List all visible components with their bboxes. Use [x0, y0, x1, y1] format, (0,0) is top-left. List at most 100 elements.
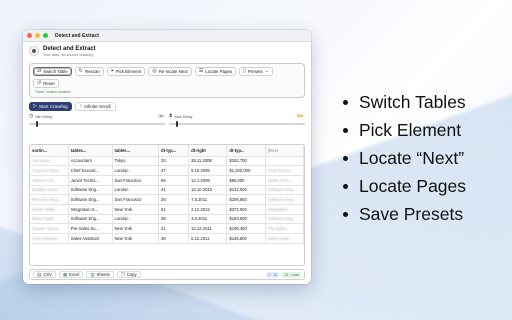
min-delay-track[interactable] — [29, 123, 165, 125]
pick-element-button[interactable]: ⌖ Pick Element — [106, 67, 146, 76]
copy-label: Copy — [126, 272, 137, 277]
rescan-button[interactable]: ↻ Rescan — [74, 67, 104, 76]
table-cell: Caesar Vance — [30, 223, 69, 234]
max-delay-slider[interactable]: ⧗ Max Delay 20s — [169, 114, 305, 128]
table-header-cell[interactable]: dt-typ... — [158, 145, 190, 157]
relocate-next-button[interactable]: ◎ Re-locate Next — [148, 67, 192, 76]
table-row: Angelica Ram... Chief Executi... London 47 9… — [30, 165, 304, 176]
app-title: Detect and Extract — [43, 46, 96, 52]
locate-pages-button[interactable]: ☰ Locate Pages — [194, 67, 237, 76]
table-cell: $1,200,000 — [226, 165, 266, 176]
table-cell: New York — [112, 233, 160, 244]
table-cell: Brielle Willia... — [30, 204, 69, 215]
table-header-row: sortin... tables... tables... dt-typ... dt-r… — [30, 145, 304, 157]
table-row: Airi Satou Accountant Tokyo 33 28.11.2008 $16… — [30, 156, 304, 167]
table-cell: San Francisco — [112, 194, 160, 205]
table-cell: 66 — [158, 175, 190, 186]
bullet-icon — [343, 183, 348, 189]
export-excel-button[interactable]: ▦ Excel — [58, 271, 84, 278]
close-window-button[interactable] — [27, 33, 32, 38]
chevron-down-icon: ⌄ — [264, 68, 269, 74]
bullet-icon — [343, 99, 348, 105]
table-cell: Pre-Sales... — [265, 223, 304, 234]
table-cell: London — [112, 214, 160, 225]
table-cell: $145,600 — [226, 233, 266, 244]
presets-dropdown[interactable]: ▯ Presets ⌄ — [239, 67, 273, 76]
table-header-cell[interactable]: tables... — [68, 145, 113, 157]
presets-label: Presets — [247, 69, 263, 74]
export-csv-button[interactable]: ▤ CSV — [33, 271, 56, 278]
table-row: Bradley Greer Software Eng... London 41 13.1… — [30, 185, 304, 196]
app-logo-icon — [29, 46, 39, 56]
feature-list: Switch Tables Pick Element Locate “Next” Lo… — [343, 88, 466, 228]
toolbar: ⇄ Switch Table ↻ Rescan ⌖ Pick Element ◎… — [29, 63, 305, 98]
table-header-cell[interactable]: tables... — [112, 145, 160, 157]
cursor-icon: ⌖ — [110, 68, 114, 74]
table-cell: 33 — [158, 156, 190, 167]
table-cell: 38 — [158, 214, 190, 225]
max-delay-value: 20s — [294, 114, 305, 118]
table-cell: Software Eng... — [68, 214, 113, 225]
window-titlebar: Detect and Extract — [23, 30, 311, 42]
window-title: Detect and Extract — [55, 32, 99, 39]
table-cell: Integration S... — [68, 204, 113, 215]
table-cell: 21 — [158, 223, 190, 234]
crawl-controls: ▷ Start Crawling ↕ Infinite Scroll — [29, 102, 305, 111]
table-cell: 28.11.2008 — [188, 156, 228, 167]
table-cell: Airi Satou — [30, 156, 69, 167]
bullet-icon — [343, 155, 348, 161]
switch-table-button[interactable]: ⇄ Switch Table — [33, 67, 72, 76]
table-cell: Ashton Cox — [30, 175, 69, 186]
reset-button[interactable]: ↺ Reset — [33, 79, 59, 88]
app-header: Detect and Extract Your data, structured… — [23, 42, 311, 60]
table-cell: Pre-Sales Su... — [68, 223, 113, 234]
table-cell: Software Eng... — [265, 214, 304, 225]
table-row: Bruno Nash Software Eng... London 38 3.5.201… — [30, 214, 304, 225]
table-cell: $106,450 — [226, 223, 266, 234]
target-icon: ◎ — [152, 68, 157, 74]
table-header-cell[interactable]: dt-right — [188, 145, 228, 157]
infinite-scroll-label: Infinite Scroll — [84, 104, 111, 109]
app-window: Detect and Extract Detect and Extract Yo… — [23, 30, 311, 284]
feature-label: Locate Pages — [359, 175, 467, 196]
pages-icon: ☰ — [198, 68, 204, 74]
export-excel-label: Excel — [69, 272, 80, 277]
infinite-scroll-button[interactable]: ↕ Infinite Scroll — [74, 102, 116, 111]
export-sheets-button[interactable]: ▥ Sheets — [86, 271, 114, 278]
table-cell: 41 — [158, 185, 190, 196]
sheets-icon: ▥ — [90, 272, 95, 277]
table-header-cell[interactable]: dt-typ... — [226, 145, 266, 157]
table-header-cell[interactable]: (Rest — [265, 145, 304, 157]
table-row: Caesar Vance Pre-Sales Su... New York 21 12.… — [30, 223, 304, 234]
min-delay-label: Min Delay — [35, 114, 53, 119]
table-cell: Brenden Wag... — [30, 194, 69, 205]
min-delay-handle[interactable] — [36, 121, 38, 127]
table-cell: $206,850 — [226, 194, 266, 205]
min-delay-slider[interactable]: ◷ Min Delay 1s — [29, 114, 165, 128]
table-cell: Angelica Ram... — [30, 165, 69, 176]
table-cell: Junior Tech... — [265, 175, 304, 186]
copy-icon: ❐ — [120, 272, 125, 277]
table-cell: San Francisco — [112, 175, 160, 186]
feature-label: Locate “Next” — [359, 147, 465, 168]
table-cell: Integration... — [265, 204, 304, 215]
minimize-window-button[interactable] — [35, 33, 40, 38]
feature-item: Locate Pages — [343, 172, 466, 200]
clock-icon: ◷ — [29, 113, 34, 119]
switch-table-label: Switch Table — [43, 69, 68, 74]
table-cell: 47 — [158, 165, 190, 176]
table-cell: 12.12.2011 — [188, 223, 228, 234]
max-delay-handle[interactable] — [176, 121, 178, 127]
row-count-badge: 10 · rows — [282, 271, 301, 278]
feature-label: Pick Element — [359, 119, 462, 140]
table-cell: $372,000 — [226, 204, 266, 215]
start-crawling-button[interactable]: ▷ Start Crawling — [29, 102, 72, 111]
app-subtitle: Your data, structured instantly — [43, 53, 94, 57]
table-cell: 2.12.2012 — [188, 204, 228, 215]
table-cell: 61 — [158, 204, 190, 215]
export-bar: ▤ CSV ▦ Excel ▥ Sheets ❐ Copy 1 · 10 10 … — [29, 269, 305, 280]
copy-button[interactable]: ❐ Copy — [116, 271, 141, 278]
table-header-cell[interactable]: sortin... — [30, 145, 69, 157]
max-delay-track[interactable] — [169, 123, 305, 125]
maximize-window-button[interactable] — [43, 33, 48, 38]
